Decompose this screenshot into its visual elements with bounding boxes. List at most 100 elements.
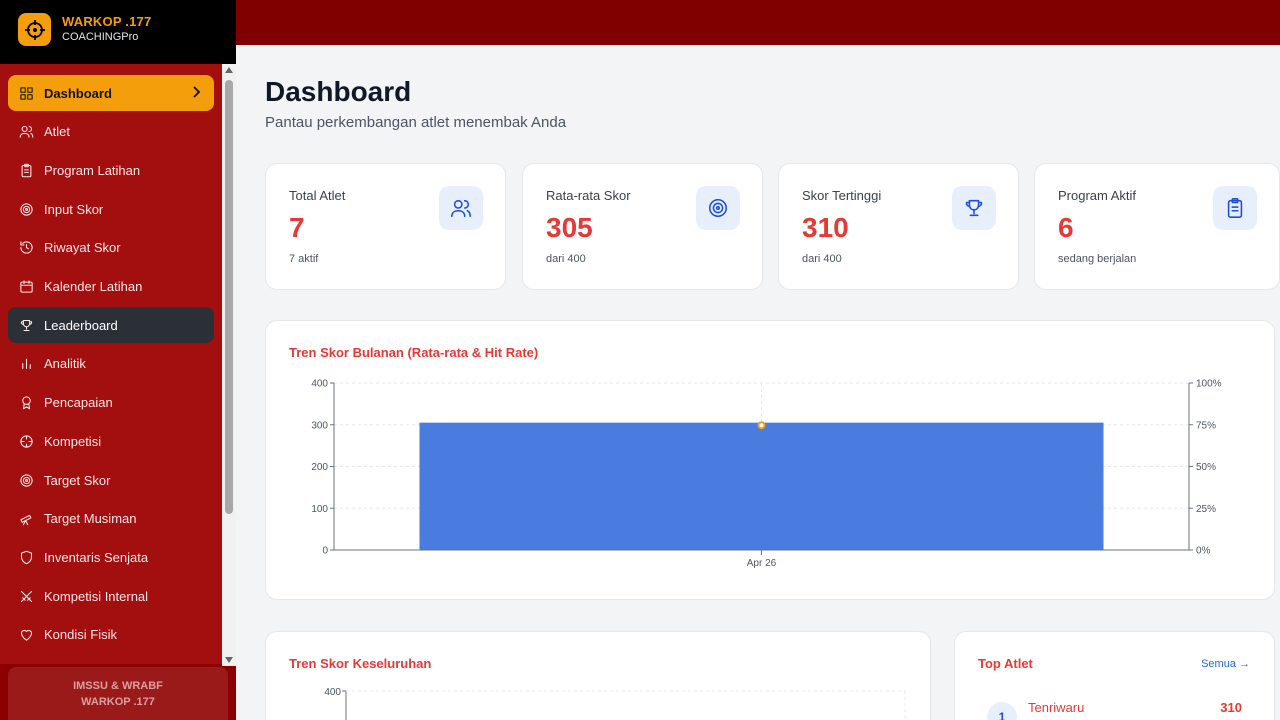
- scroll-up-arrow-icon[interactable]: [225, 67, 233, 73]
- scroll-down-arrow-icon[interactable]: [225, 657, 233, 663]
- sidebar-item-atlet[interactable]: Atlet: [8, 114, 214, 150]
- monthly-trend-card: Tren Skor Bulanan (Rata-rata & Hit Rate)…: [265, 320, 1275, 600]
- swords-icon: [18, 588, 34, 604]
- heart-icon: [18, 627, 34, 643]
- stat-label: Rata-rata Skor: [546, 188, 631, 203]
- sidebar-item-input-skor[interactable]: Input Skor: [8, 191, 214, 227]
- sidebar-item-label: Kondisi Fisik: [44, 627, 117, 643]
- hit-rate-point[interactable]: [757, 421, 766, 430]
- sidebar-item-pencapaian[interactable]: Pencapaian: [8, 385, 214, 421]
- chevron-right-icon: [192, 85, 202, 102]
- monthly-trend-chart: 0 100 200 300 400 0% 25% 50% 75% 100% Apr 26: [311, 379, 1222, 570]
- sidebar-item-target-skor[interactable]: Target Skor: [8, 462, 214, 498]
- trophy-icon: [18, 317, 34, 333]
- y2-tick-label: 25%: [1196, 504, 1216, 515]
- sidebar-item-label: Leaderboard: [44, 317, 118, 333]
- scrollbar-thumb[interactable]: [225, 80, 233, 514]
- stat-card-program-aktif: Program Aktif 6 sedang berjalan: [1034, 163, 1280, 290]
- sidebar-item-label: Target Skor: [44, 472, 111, 488]
- users-icon: [18, 124, 34, 140]
- sidebar-item-target-musiman[interactable]: Target Musiman: [8, 501, 214, 537]
- top-atlet-title: Top Atlet: [978, 656, 1033, 671]
- footer-line-2: WARKOP .177: [81, 696, 155, 708]
- sidebar-item-kalender-latihan[interactable]: Kalender Latihan: [8, 269, 214, 305]
- sidebar-item-label: Kalender Latihan: [44, 279, 143, 294]
- grid-icon: [18, 85, 34, 101]
- sidebar-item-label: Dashboard: [44, 85, 112, 101]
- sidebar-item-inventaris-senjata[interactable]: Inventaris Senjata: [8, 539, 214, 575]
- sidebar-nav: Dashboard Atlet Program Latihan Input Skor R…: [0, 64, 222, 664]
- y-tick-label: 300: [311, 420, 328, 431]
- athlete-name: Tenriwaru: [1028, 700, 1085, 715]
- target-icon: [18, 201, 34, 217]
- top-bar: [236, 0, 1280, 45]
- sidebar-item-analitik[interactable]: Analitik: [8, 346, 214, 382]
- users-icon: [439, 186, 483, 230]
- y2-tick-label: 0%: [1196, 546, 1211, 557]
- sidebar: WARKOP .177 COACHINGPro Dashboard Atlet Pr…: [0, 0, 236, 720]
- y-tick-label: 100: [311, 504, 328, 515]
- stat-card-skor-tertinggi: Skor Tertinggi 310 dari 400: [778, 163, 1019, 290]
- stat-note: 7 aktif: [289, 253, 319, 265]
- sidebar-item-label: Kompetisi: [44, 433, 102, 449]
- stat-card-total-atlet: Total Atlet 7 7 aktif: [265, 163, 506, 290]
- award-icon: [18, 395, 34, 411]
- shield-icon: [18, 549, 34, 565]
- y2-tick-label: 100%: [1196, 379, 1222, 390]
- y-tick-label: 200: [311, 462, 328, 473]
- brand-subtitle: COACHINGPro: [62, 31, 139, 43]
- bar-average-score[interactable]: [419, 422, 1104, 550]
- sidebar-scrollbar[interactable]: [222, 64, 236, 666]
- stat-label: Skor Tertinggi: [802, 188, 882, 203]
- sidebar-item-label: Pencapaian: [44, 395, 113, 411]
- sidebar-item-kompetisi-internal[interactable]: Kompetisi Internal: [8, 578, 214, 614]
- brand-title: WARKOP .177: [62, 14, 152, 29]
- sidebar-item-label: Target Musiman: [44, 511, 137, 527]
- clipboard-icon: [18, 162, 34, 178]
- stat-note: sedang berjalan: [1058, 253, 1137, 265]
- target-icon: [18, 472, 34, 488]
- footer-line-1: IMSSU & WRABF: [73, 680, 163, 692]
- sidebar-item-kondisi-fisik[interactable]: Kondisi Fisik: [8, 617, 214, 653]
- page-subtitle: Pantau perkembangan atlet menembak Anda: [265, 114, 567, 131]
- target-icon: [696, 186, 740, 230]
- crosshair-logo-icon: [18, 13, 51, 46]
- overall-y-tick: 400: [324, 687, 341, 698]
- overall-trend-chart: 400: [324, 687, 906, 720]
- stat-note: dari 400: [546, 253, 586, 265]
- rank-badge: 1: [987, 702, 1017, 720]
- x-tick-label: Apr 26: [747, 558, 777, 569]
- sidebar-item-label: Inventaris Senjata: [44, 549, 149, 565]
- stat-label: Total Atlet: [289, 188, 346, 203]
- trophy-icon: [952, 186, 996, 230]
- stat-value: 305: [546, 212, 593, 243]
- sidebar-item-riwayat-skor[interactable]: Riwayat Skor: [8, 230, 214, 266]
- stat-value: 7: [289, 212, 305, 243]
- history-icon: [18, 240, 34, 256]
- telescope-icon: [18, 511, 34, 527]
- top-atlet-card: Top Atlet Semua → 1 Tenriwaru 310: [954, 631, 1275, 720]
- y-tick-label: 400: [311, 379, 328, 390]
- sidebar-item-label: Input Skor: [44, 201, 104, 217]
- page-title: Dashboard: [265, 76, 412, 107]
- sidebar-item-label: Atlet: [44, 124, 71, 140]
- sidebar-item-dashboard[interactable]: Dashboard: [8, 75, 214, 111]
- y-tick-label: 0: [322, 546, 328, 557]
- overall-trend-card: Tren Skor Keseluruhan 400: [265, 631, 931, 720]
- sidebar-item-label: Riwayat Skor: [44, 240, 121, 256]
- stat-label: Program Aktif: [1058, 188, 1137, 203]
- sidebar-item-label: Kompetisi Internal: [44, 588, 149, 604]
- sidebar-item-leaderboard[interactable]: Leaderboard: [8, 307, 214, 344]
- athlete-score: 310: [1220, 700, 1242, 715]
- brand-header: WARKOP .177 COACHINGPro: [0, 0, 236, 64]
- calendar-icon: [18, 279, 34, 295]
- clipboard-icon: [1213, 186, 1257, 230]
- sidebar-item-label: Program Latihan: [44, 162, 141, 178]
- y2-tick-label: 50%: [1196, 462, 1216, 473]
- sidebar-footer: IMSSU & WRABF WARKOP .177: [8, 667, 228, 720]
- sidebar-item-label: Analitik: [44, 356, 86, 372]
- sidebar-item-kompetisi[interactable]: Kompetisi: [8, 423, 214, 459]
- sidebar-item-program-latihan[interactable]: Program Latihan: [8, 152, 214, 188]
- crosshair-icon: [18, 433, 34, 449]
- see-all-link[interactable]: Semua →: [1201, 658, 1250, 670]
